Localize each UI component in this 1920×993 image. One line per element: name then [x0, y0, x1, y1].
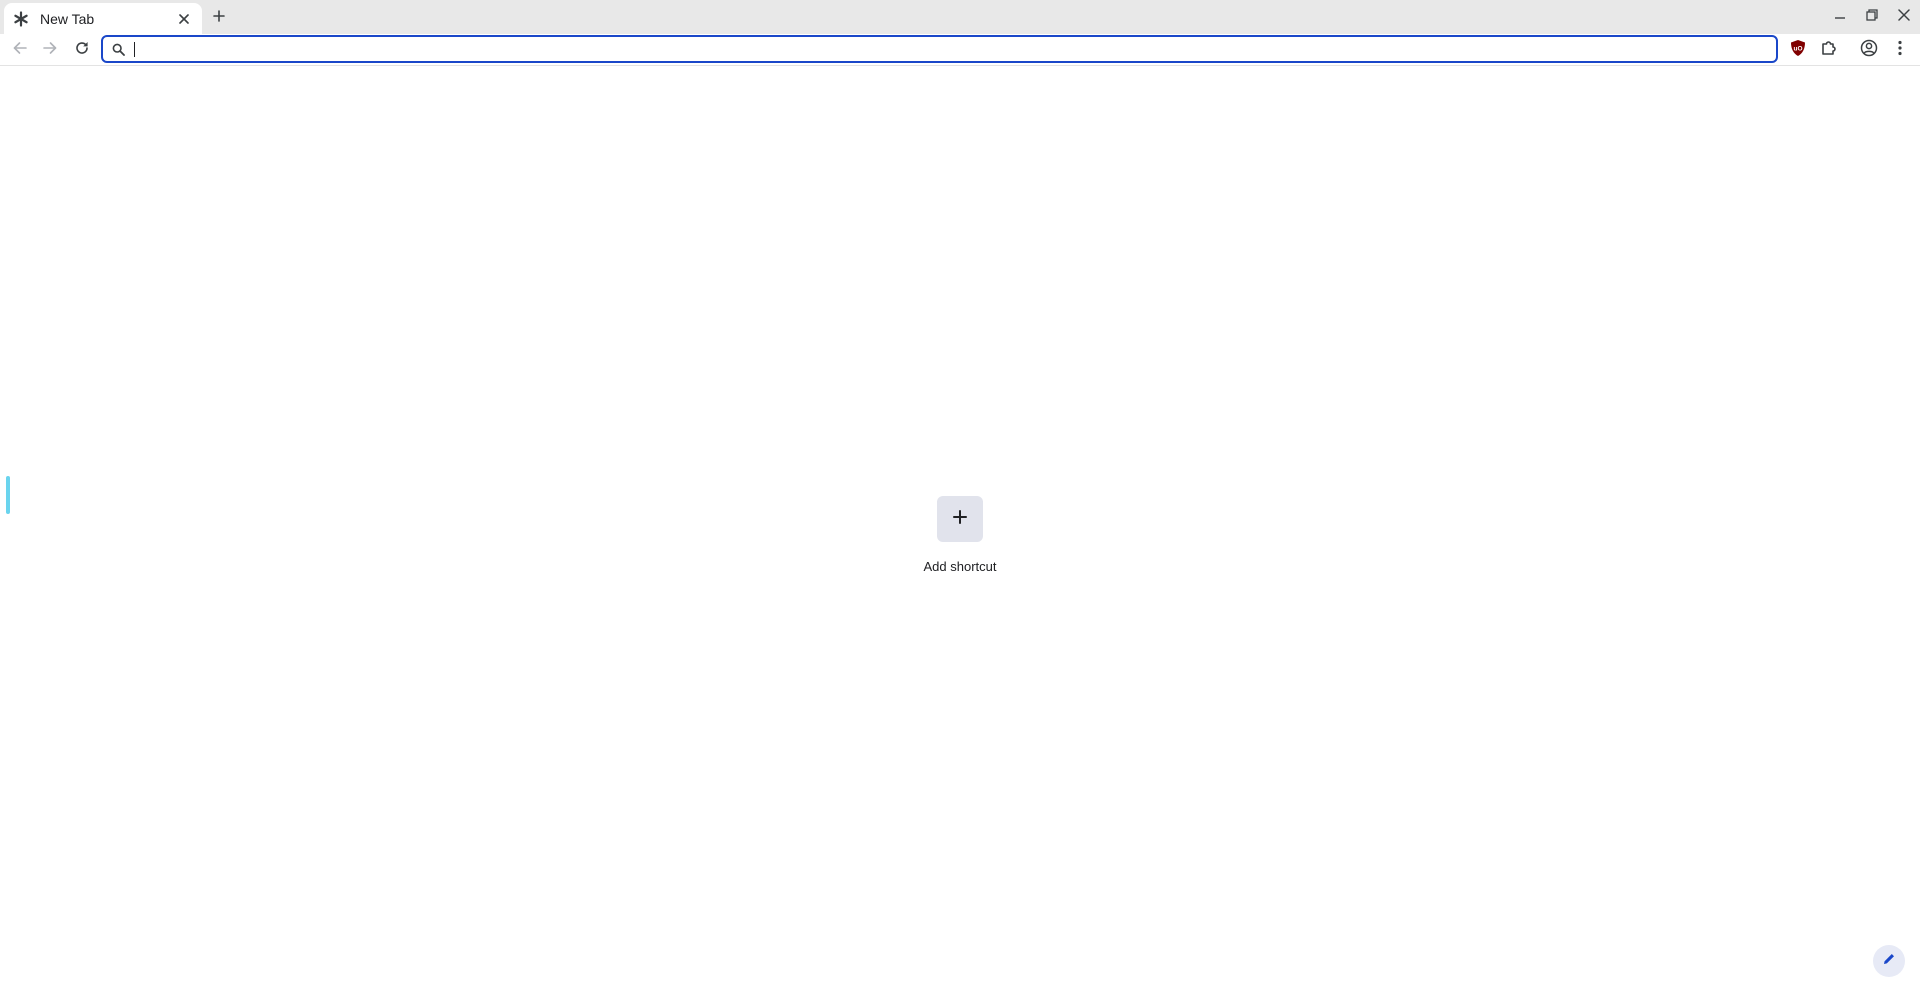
address-input[interactable] [137, 38, 1776, 60]
ublock-origin-button[interactable]: uO [1786, 38, 1810, 62]
plus-icon [952, 509, 968, 530]
browser-window: New Tab uO Add shortcut [0, 0, 1920, 993]
search-icon [107, 38, 129, 60]
restore-button[interactable] [1856, 0, 1888, 34]
close-icon [1898, 8, 1910, 26]
menu-button[interactable] [1888, 38, 1912, 62]
shortcut-tile [937, 496, 983, 542]
profile-button[interactable] [1857, 38, 1881, 62]
text-caret [134, 42, 135, 57]
shortcut-label: Add shortcut [923, 559, 997, 574]
omnibox[interactable] [101, 35, 1778, 63]
window-controls [1824, 0, 1920, 34]
side-indicator [6, 476, 10, 514]
toolbar: uO [0, 34, 1920, 66]
reload-icon [75, 41, 89, 60]
close-window-button[interactable] [1888, 0, 1920, 34]
tab-title: New Tab [40, 10, 95, 27]
minimize-button[interactable] [1824, 0, 1856, 34]
reload-button[interactable] [70, 38, 94, 62]
close-icon[interactable] [174, 9, 194, 29]
arrow-left-icon [13, 41, 27, 60]
extensions-button[interactable] [1817, 38, 1841, 62]
add-shortcut-button[interactable]: Add shortcut [900, 496, 1020, 586]
svg-text:uO: uO [1793, 45, 1802, 52]
account-circle-icon [1860, 39, 1878, 62]
chrome-asterisk-icon [12, 10, 30, 28]
plus-icon [213, 9, 225, 27]
minimize-icon [1834, 8, 1846, 26]
forward-button[interactable] [38, 38, 62, 62]
new-tab-button[interactable] [208, 7, 230, 29]
arrow-right-icon [43, 41, 57, 60]
tab-new-tab[interactable]: New Tab [4, 3, 202, 34]
kebab-menu-icon [1897, 40, 1903, 61]
restore-icon [1866, 8, 1878, 26]
tab-strip: New Tab [0, 0, 1920, 34]
back-button[interactable] [8, 38, 32, 62]
ublock-origin-icon: uO [1790, 39, 1806, 62]
pencil-icon [1882, 952, 1896, 971]
customize-button[interactable] [1873, 945, 1905, 977]
new-tab-page: Add shortcut [0, 66, 1920, 993]
puzzle-piece-icon [1820, 39, 1838, 62]
